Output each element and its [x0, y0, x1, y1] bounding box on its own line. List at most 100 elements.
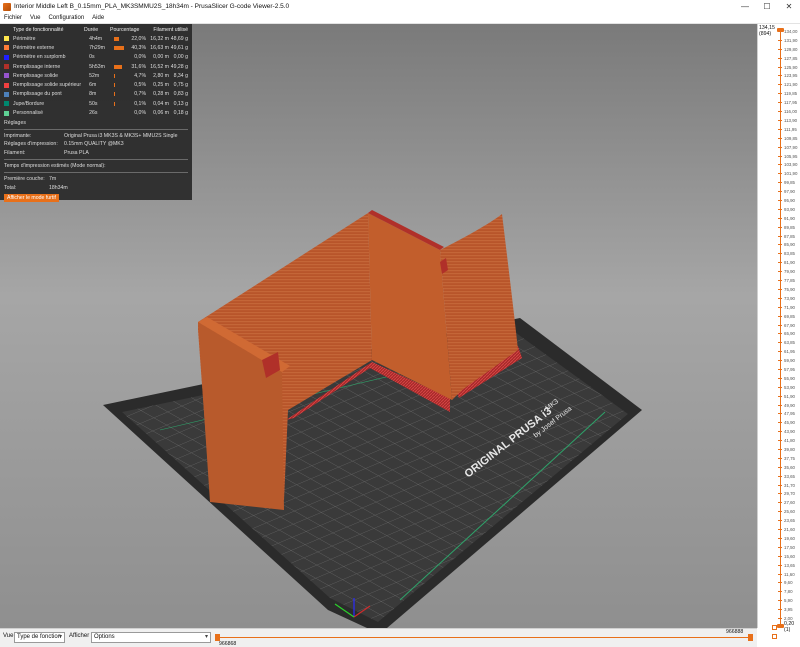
- afficher-label: Afficher: [69, 633, 90, 639]
- title-bar: Interior Middle Left B_0.15mm_PLA_MK3SMM…: [0, 0, 800, 13]
- layer-tick-label: 9,60: [778, 580, 793, 586]
- legend-percent: 0,0%: [134, 110, 147, 117]
- layer-tick-label: 21,60: [778, 527, 795, 533]
- legend-percent-bar: [113, 92, 115, 97]
- moves-slider-left-value: 966868: [219, 641, 237, 647]
- legend-grams: 0,18 g: [173, 110, 188, 117]
- legend-feature-name: Remplissage du pont: [13, 91, 62, 98]
- legend-row[interactable]: Remplissage solide supérieur 6m 0,5% 0,25 m…: [0, 80, 192, 89]
- window-title: Interior Middle Left B_0.15mm_PLA_MK3SMM…: [14, 3, 290, 10]
- layer-slider[interactable]: 134,15 (894) 134,00 131,90 129,80 127,85 125…: [757, 24, 800, 641]
- filament-value: Prusa PLA: [64, 149, 89, 156]
- maximize-button[interactable]: ☐: [756, 0, 778, 13]
- legend-percent-cell: 0,0%: [114, 54, 148, 60]
- legend-color-swatch: [4, 64, 9, 70]
- legend-row[interactable]: Personnalisé 26s 0,0% 0,06 m 0,18 g: [0, 108, 192, 117]
- close-button[interactable]: ✕: [778, 0, 800, 13]
- legend-duration: 52m: [89, 72, 100, 79]
- legend-grams: 0,83 g: [173, 91, 188, 98]
- legend-reglages: Réglages: [4, 119, 26, 126]
- menu-configuration[interactable]: Configuration: [44, 15, 88, 21]
- legend-row[interactable]: Jupe/Bordure 50s 0,1% 0,04 m 0,13 g: [0, 99, 192, 108]
- moves-slider-right-thumb[interactable]: [748, 634, 753, 641]
- legend-percent: 40,3%: [131, 44, 147, 51]
- legend-color-swatch: [4, 54, 9, 60]
- first-layer-label: Première couche:: [4, 176, 45, 183]
- one-layer-lock-icon[interactable]: [772, 634, 777, 639]
- layer-tick-label: 49,90: [778, 402, 795, 408]
- legend-percent-bar: [113, 73, 115, 78]
- layer-tick-label: 116,00: [777, 109, 798, 115]
- legend-meters: 16,52 m: [150, 63, 169, 70]
- legend-feature-name: Périmètre en surplomb: [13, 54, 66, 61]
- legend-percent: 0,1%: [134, 100, 147, 107]
- legend-duration: 26s: [89, 110, 98, 117]
- stealth-mode-button[interactable]: Afficher le mode furtif: [4, 194, 59, 203]
- legend-feature-name: Remplissage interne: [13, 63, 61, 70]
- layer-tick-label: 79,90: [778, 269, 795, 275]
- layer-tick-label: 51,90: [778, 393, 795, 399]
- moves-slider-left-thumb[interactable]: [215, 634, 220, 641]
- total-label: Total:: [4, 184, 17, 191]
- estimated-time-heading: Temps d'impression estimés (Mode normal)…: [4, 163, 106, 170]
- legend-meters: 16,32 m: [150, 35, 169, 42]
- minimize-button[interactable]: —: [734, 0, 756, 13]
- view-type-select[interactable]: Type de fonction ▾: [14, 632, 65, 643]
- layer-slider-top-label: 134,15 (894): [759, 25, 775, 37]
- layer-tick-label: 63,85: [778, 340, 795, 346]
- layer-tick-label: 107,90: [777, 144, 798, 150]
- legend-percent: 22,0%: [131, 35, 147, 42]
- legend-duration: 0s: [89, 54, 95, 61]
- layer-tick-label: 29,70: [778, 491, 795, 497]
- legend-grams: 8,34 g: [173, 72, 188, 79]
- layer-tick-label: 13,65: [778, 562, 795, 568]
- legend-row[interactable]: Remplissage solide 52m 4,7% 2,80 m 8,34 g: [0, 71, 192, 80]
- layer-tick-label: 123,95: [777, 73, 798, 79]
- layer-top-number: (894): [759, 31, 772, 37]
- legend-feature-name: Remplissage solide supérieur: [13, 82, 82, 89]
- layer-tick-label: 47,95: [778, 411, 795, 417]
- legend-row[interactable]: Périmètre 4h4m 22,0% 16,32 m 48,69 g: [0, 34, 192, 43]
- legend-percent: 4,7%: [134, 72, 147, 79]
- layer-slider-track[interactable]: [780, 31, 781, 641]
- layer-tick-label: 71,90: [778, 304, 795, 310]
- legend-header-filament: Filament utilisé: [153, 27, 188, 33]
- vue-label: Vue: [3, 633, 14, 639]
- printer-label: Imprimante:: [4, 132, 32, 139]
- legend-color-swatch: [4, 73, 9, 79]
- layer-tick-label: 119,85: [777, 91, 798, 97]
- legend-percent-cell: 22,0%: [113, 35, 148, 42]
- legend-header-duration: Durée: [84, 27, 99, 33]
- menu-bar: Fichier Vue Configuration Aide: [0, 13, 800, 24]
- legend-row[interactable]: Périmètre en surplomb 0s 0,0% 0,00 m 0,00 g: [0, 53, 192, 62]
- total-value: 18h34m: [49, 184, 68, 191]
- legend-percent-bar: [113, 83, 115, 88]
- bottom-toolbar: Vue Type de fonction ▾ Afficher Options ▾ …: [0, 628, 757, 647]
- legend-row[interactable]: Remplissage du pont 8m 0,7% 0,28 m 0,83 g: [0, 90, 192, 99]
- layer-tick-label: 77,85: [778, 278, 795, 284]
- layer-tick-label: 113,90: [777, 117, 798, 123]
- cog-icon[interactable]: [772, 625, 777, 630]
- menu-vue[interactable]: Vue: [26, 15, 44, 21]
- layer-tick-label: 59,90: [778, 358, 795, 364]
- legend-divider-2: [4, 159, 188, 161]
- layer-tick-label: 134,00: [777, 29, 798, 34]
- options-value: Options: [94, 634, 115, 640]
- legend-percent-bar: [113, 36, 119, 41]
- legend-total: Total: 18h34m: [0, 184, 192, 193]
- legend-row[interactable]: Remplissage interne 5h53m 31,6% 16,52 m 49,2…: [0, 62, 192, 71]
- menu-fichier[interactable]: Fichier: [0, 15, 26, 21]
- layer-tick-label: 53,90: [778, 384, 795, 390]
- options-select[interactable]: Options ▾: [91, 632, 211, 643]
- legend-row[interactable]: Périmètre externe 7h29m 40,3% 16,63 m 49,61 …: [0, 43, 192, 52]
- layer-tick-label: 7,80: [778, 589, 793, 595]
- print-settings-value: 0.15mm QUALITY @MK3: [64, 141, 124, 148]
- legend-percent-cell: 40,3%: [113, 44, 148, 51]
- layer-tick-label: 3,95: [778, 607, 793, 613]
- legend-color-swatch: [4, 45, 9, 51]
- moves-slider-track[interactable]: [217, 637, 750, 638]
- menu-aide[interactable]: Aide: [88, 15, 108, 21]
- legend-color-swatch: [4, 36, 9, 42]
- layer-tick-label: 39,80: [778, 447, 795, 452]
- layer-tick-label: 57,95: [778, 366, 795, 372]
